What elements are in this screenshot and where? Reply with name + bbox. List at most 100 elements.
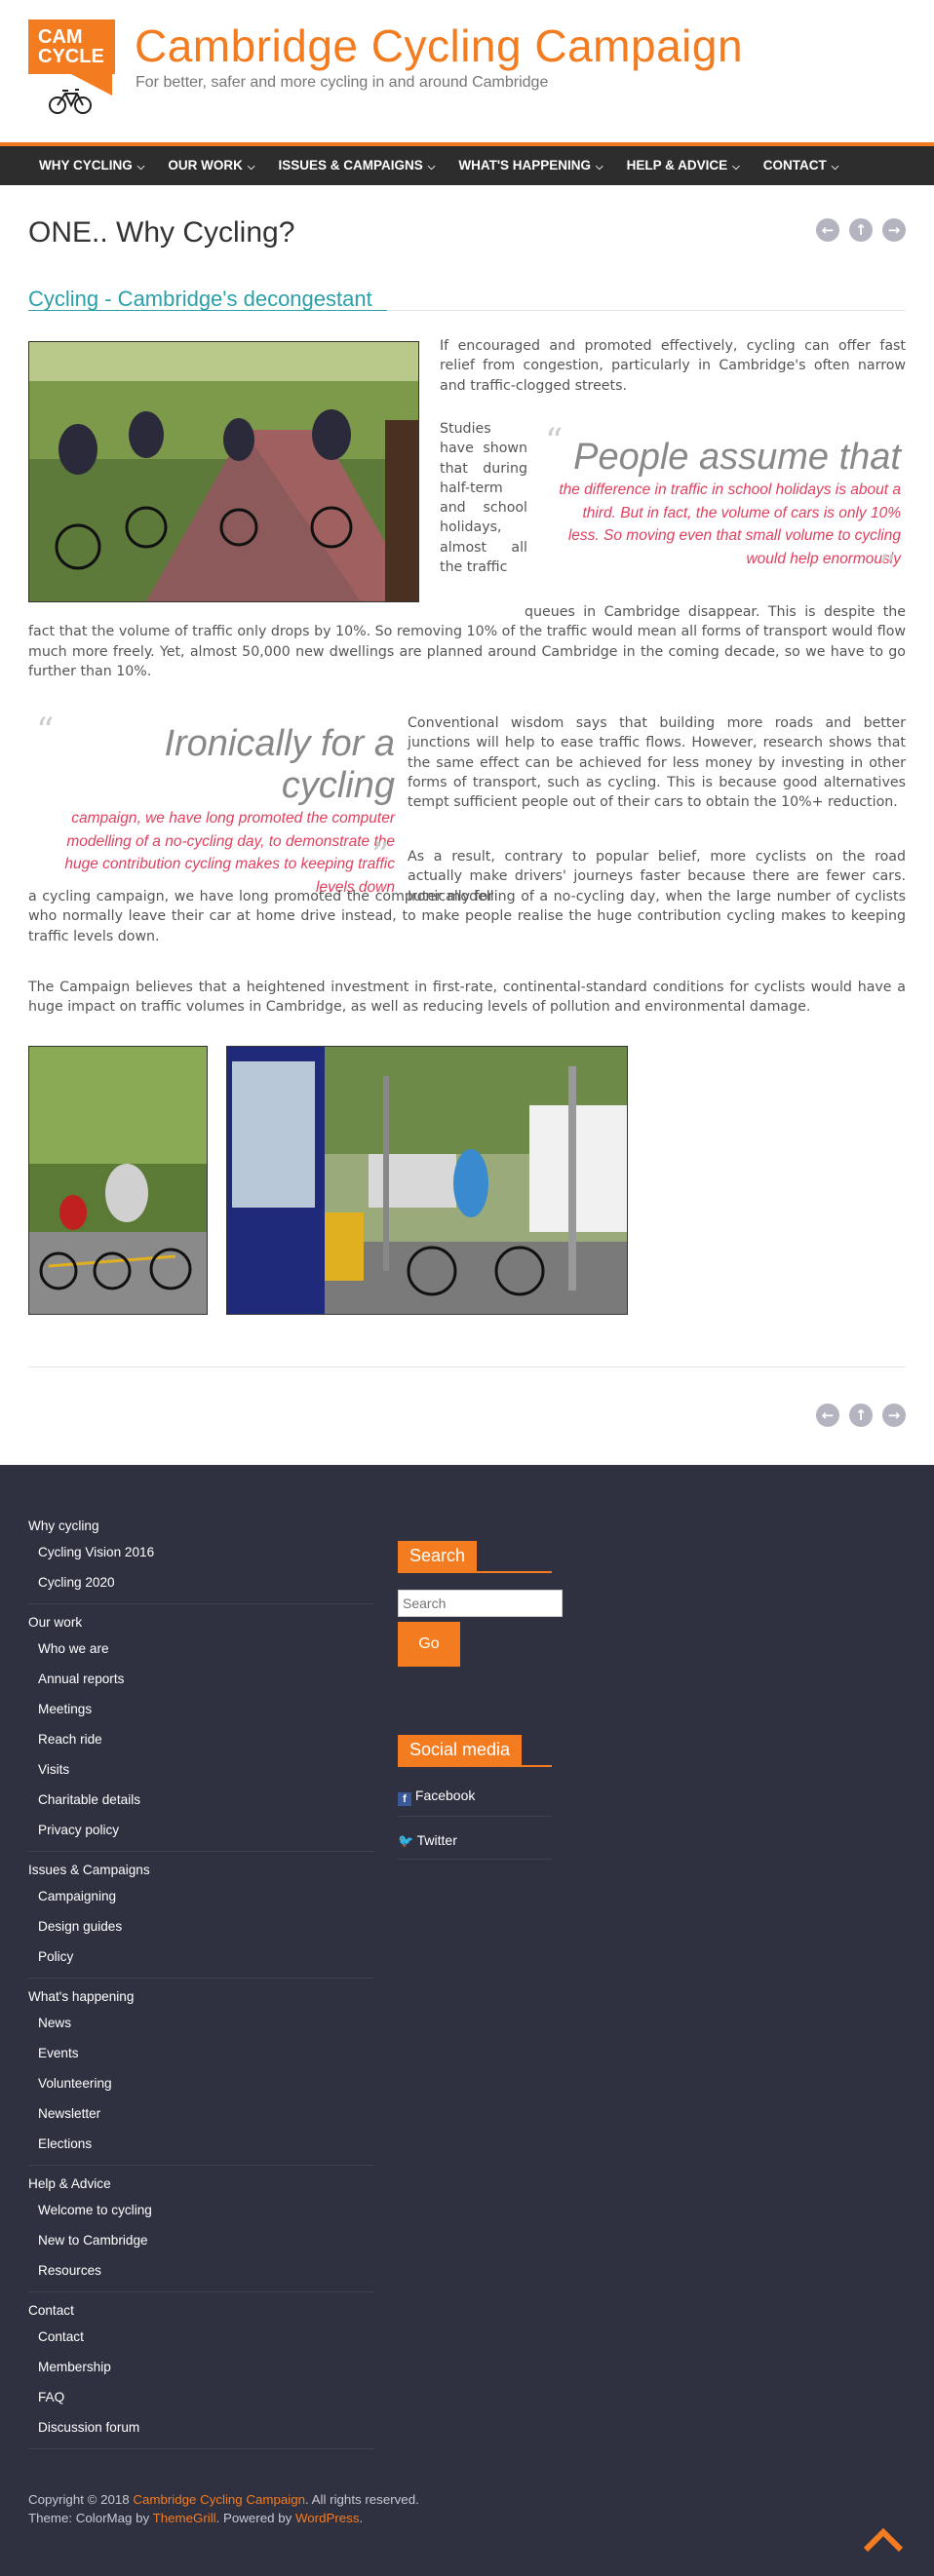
page-title: ONE.. Why Cycling? bbox=[28, 216, 295, 249]
footer-link[interactable]: Cycling Vision 2016 bbox=[28, 1537, 374, 1567]
social-widget-title: Social media bbox=[398, 1735, 553, 1767]
footer-heading[interactable]: Why cycling bbox=[28, 1516, 374, 1537]
footer-link[interactable]: Cycling 2020 bbox=[28, 1567, 374, 1597]
footer-link[interactable]: Reach ride bbox=[28, 1724, 374, 1754]
site-header: CAM CYCLE Cambridge Cycling Campaign For… bbox=[0, 0, 934, 142]
quote-close-icon: ” bbox=[371, 836, 390, 876]
footer-link[interactable]: Design guides bbox=[28, 1911, 374, 1942]
logo-line2: CYCLE bbox=[38, 46, 104, 67]
nav-item-our-work[interactable]: OUR WORK ⌵ bbox=[156, 146, 266, 185]
content-divider bbox=[28, 1366, 906, 1367]
footer-link[interactable]: Welcome to cycling bbox=[28, 2195, 374, 2225]
footer-group-contact: Contact Contact Membership FAQ Discussio… bbox=[28, 2300, 374, 2449]
footer-heading[interactable]: Issues & Campaigns bbox=[28, 1860, 374, 1881]
footer-link[interactable]: Meetings bbox=[28, 1694, 374, 1724]
footer-link[interactable]: News bbox=[28, 2008, 374, 2038]
intro-paragraph: If encouraged and promoted effectively, … bbox=[440, 338, 906, 394]
footer-link[interactable]: Who we are bbox=[28, 1634, 374, 1664]
footer-group-help-advice: Help & Advice Welcome to cycling New to … bbox=[28, 2173, 374, 2292]
footer-group-whats-happening: What's happening News Events Volunteerin… bbox=[28, 1986, 374, 2166]
chevron-down-icon: ⌵ bbox=[136, 162, 145, 173]
nav-item-why-cycling[interactable]: WHY CYCLING ⌵ bbox=[27, 146, 156, 185]
photo-bus-cyclist bbox=[226, 1046, 628, 1315]
footer-link[interactable]: Campaigning bbox=[28, 1881, 374, 1911]
facebook-link[interactable]: f Facebook bbox=[398, 1788, 552, 1817]
search-widget-title: Search bbox=[398, 1541, 553, 1573]
pullquote-school-holidays: People assume that the difference in tra… bbox=[550, 437, 901, 571]
footer-group-why-cycling: Why cycling Cycling Vision 2016 Cycling … bbox=[28, 1516, 374, 1604]
search-go-button[interactable]: Go bbox=[398, 1622, 460, 1667]
footer-link[interactable]: New to Cambridge bbox=[28, 2225, 374, 2255]
nav-item-help-advice[interactable]: HELP & ADVICE ⌵ bbox=[615, 146, 752, 185]
nav-item-issues-campaigns[interactable]: ISSUES & CAMPAIGNS ⌵ bbox=[266, 146, 447, 185]
footer-link[interactable]: Charitable details bbox=[28, 1785, 374, 1815]
footer-link[interactable]: Resources bbox=[28, 2255, 374, 2286]
conventional-wisdom-paragraph: Conventional wisdom says that building m… bbox=[408, 715, 906, 811]
footer-link[interactable]: Annual reports bbox=[28, 1664, 374, 1694]
themegrill-link[interactable]: ThemeGrill bbox=[153, 2511, 216, 2525]
twitter-icon: 🐦 bbox=[398, 1833, 414, 1848]
quote-open-icon: “ bbox=[36, 711, 55, 751]
footer-link[interactable]: Volunteering bbox=[28, 2068, 374, 2098]
footer-link[interactable]: Privacy policy bbox=[28, 1815, 374, 1845]
footer-link[interactable]: FAQ bbox=[28, 2382, 374, 2412]
bicycle-icon bbox=[49, 89, 92, 114]
quote-close-icon: ” bbox=[878, 549, 897, 589]
site-description: For better, safer and more cycling in an… bbox=[136, 74, 549, 91]
next-page-icon[interactable]: → bbox=[882, 218, 906, 242]
footer-menu: Why cycling Cycling Vision 2016 Cycling … bbox=[28, 1516, 374, 2457]
next-page-icon[interactable]: → bbox=[882, 1403, 906, 1427]
site-title[interactable]: Cambridge Cycling Campaign bbox=[135, 19, 743, 72]
wordpress-link[interactable]: WordPress bbox=[295, 2511, 360, 2525]
pullquote-body: the difference in traffic in school holi… bbox=[559, 481, 901, 568]
footer-link[interactable]: Elections bbox=[28, 2129, 374, 2159]
footer-link[interactable]: Membership bbox=[28, 2352, 374, 2382]
studies-paragraph-start: Studies have shown that during half-term… bbox=[440, 421, 527, 576]
copyright-link[interactable]: Cambridge Cycling Campaign bbox=[133, 2492, 305, 2507]
footer-heading[interactable]: Contact bbox=[28, 2300, 374, 2322]
section-heading: Cycling - Cambridge's decongestant bbox=[28, 287, 372, 311]
page-nav-bottom: ← ↑ → bbox=[816, 1403, 906, 1427]
footer-group-issues-campaigns: Issues & Campaigns Campaigning Design gu… bbox=[28, 1860, 374, 1979]
footer-link[interactable]: Contact bbox=[28, 2322, 374, 2352]
copyright: Copyright © 2018 Cambridge Cycling Campa… bbox=[28, 2492, 419, 2525]
pullquote-body: campaign, we have long promoted the comp… bbox=[64, 810, 395, 897]
parent-page-icon[interactable]: ↑ bbox=[849, 1403, 873, 1427]
heading-divider bbox=[28, 310, 906, 311]
footer-link[interactable]: Policy bbox=[28, 1942, 374, 1972]
previous-page-icon[interactable]: ← bbox=[816, 218, 839, 242]
pullquote-lead: Ironically for a cycling bbox=[164, 723, 395, 806]
footer-link[interactable]: Events bbox=[28, 2038, 374, 2068]
pullquote-lead: People assume that bbox=[573, 437, 901, 478]
chevron-down-icon: ⌵ bbox=[831, 162, 839, 173]
footer-group-our-work: Our work Who we are Annual reports Meeti… bbox=[28, 1612, 374, 1852]
footer-heading[interactable]: Help & Advice bbox=[28, 2173, 374, 2195]
footer-heading[interactable]: Our work bbox=[28, 1612, 374, 1634]
chevron-down-icon: ⌵ bbox=[732, 162, 740, 173]
photo-cyclists-path bbox=[28, 341, 419, 602]
footer-link[interactable]: Discussion forum bbox=[28, 2412, 374, 2442]
camcycle-logo[interactable]: CAM CYCLE bbox=[28, 19, 115, 119]
search-input[interactable] bbox=[398, 1590, 563, 1617]
photo-trailer-bike bbox=[28, 1046, 208, 1315]
scroll-to-top-icon[interactable] bbox=[862, 2524, 905, 2554]
pullquote-no-cycling-day: Ironically for a cycling campaign, we ha… bbox=[58, 723, 395, 900]
studies-paragraph-cont: queues in Cambridge disappear. This is d… bbox=[28, 604, 906, 679]
facebook-icon: f bbox=[398, 1792, 411, 1806]
footer-link[interactable]: Visits bbox=[28, 1754, 374, 1785]
page-nav-top: ← ↑ → bbox=[816, 218, 906, 242]
chevron-down-icon: ⌵ bbox=[247, 162, 255, 173]
campaign-belief-paragraph: The Campaign believes that a heightened … bbox=[28, 980, 906, 1016]
footer-link[interactable]: Newsletter bbox=[28, 2098, 374, 2129]
main-navigation: WHY CYCLING ⌵ OUR WORK ⌵ ISSUES & CAMPAIGN… bbox=[0, 142, 934, 185]
chevron-down-icon: ⌵ bbox=[596, 162, 603, 173]
parent-page-icon[interactable]: ↑ bbox=[849, 218, 873, 242]
result-paragraph-cont: a cycling campaign, we have long promote… bbox=[28, 889, 906, 944]
twitter-link[interactable]: 🐦 Twitter bbox=[398, 1832, 552, 1860]
nav-item-contact[interactable]: CONTACT ⌵ bbox=[752, 146, 851, 185]
nav-item-whats-happening[interactable]: WHAT'S HAPPENING ⌵ bbox=[447, 146, 614, 185]
previous-page-icon[interactable]: ← bbox=[816, 1403, 839, 1427]
footer-heading[interactable]: What's happening bbox=[28, 1986, 374, 2008]
logo-line1: CAM bbox=[38, 26, 83, 48]
chevron-down-icon: ⌵ bbox=[427, 162, 436, 173]
